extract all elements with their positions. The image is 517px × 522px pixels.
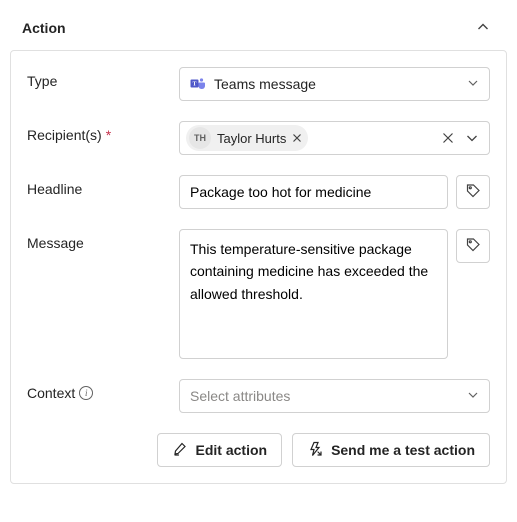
edit-action-button[interactable]: Edit action	[157, 433, 283, 467]
context-select[interactable]: Select attributes	[179, 379, 490, 413]
recipients-trailing	[441, 131, 483, 145]
context-row: Context i Select attributes	[27, 379, 490, 413]
context-placeholder: Select attributes	[190, 388, 290, 404]
action-panel: Action Type T Teams message	[10, 10, 507, 484]
send-test-label: Send me a test action	[331, 442, 475, 458]
context-label: Context i	[27, 379, 167, 401]
message-row: Message	[27, 229, 490, 359]
panel-body: Type T Teams message Recipient(s) *	[10, 50, 507, 484]
clear-all-button[interactable]	[441, 131, 455, 145]
panel-header: Action	[10, 10, 507, 50]
chevron-down-icon	[467, 76, 479, 92]
tag-icon	[465, 183, 481, 202]
bolt-icon	[307, 441, 323, 460]
tag-icon	[465, 237, 481, 256]
send-test-button[interactable]: Send me a test action	[292, 433, 490, 467]
recipients-label: Recipient(s) *	[27, 121, 167, 143]
expand-recipients-button[interactable]	[465, 131, 479, 145]
chevron-up-icon	[476, 20, 490, 37]
recipient-chip: TH Taylor Hurts	[186, 125, 308, 151]
panel-footer: Edit action Send me a test action	[27, 433, 490, 467]
recipients-row: Recipient(s) * TH Taylor Hurts	[27, 121, 490, 155]
headline-input[interactable]	[179, 175, 448, 209]
chevron-down-icon	[467, 388, 479, 404]
remove-recipient-button[interactable]	[292, 133, 302, 143]
required-marker: *	[106, 127, 111, 143]
teams-icon: T	[190, 76, 206, 92]
message-tag-button[interactable]	[456, 229, 490, 263]
message-label: Message	[27, 229, 167, 251]
svg-text:T: T	[192, 82, 196, 88]
headline-tag-button[interactable]	[456, 175, 490, 209]
recipients-input[interactable]: TH Taylor Hurts	[179, 121, 490, 155]
headline-label: Headline	[27, 175, 167, 197]
type-select[interactable]: T Teams message	[179, 67, 490, 101]
type-value: Teams message	[214, 76, 316, 92]
edit-icon	[172, 441, 188, 460]
headline-row: Headline	[27, 175, 490, 209]
panel-title: Action	[22, 20, 66, 36]
collapse-toggle[interactable]	[471, 16, 495, 40]
type-label: Type	[27, 67, 167, 89]
message-textarea[interactable]	[179, 229, 448, 359]
avatar: TH	[189, 127, 211, 149]
info-icon[interactable]: i	[79, 386, 93, 400]
recipient-name: Taylor Hurts	[217, 131, 286, 146]
type-row: Type T Teams message	[27, 67, 490, 101]
edit-label: Edit action	[196, 442, 268, 458]
